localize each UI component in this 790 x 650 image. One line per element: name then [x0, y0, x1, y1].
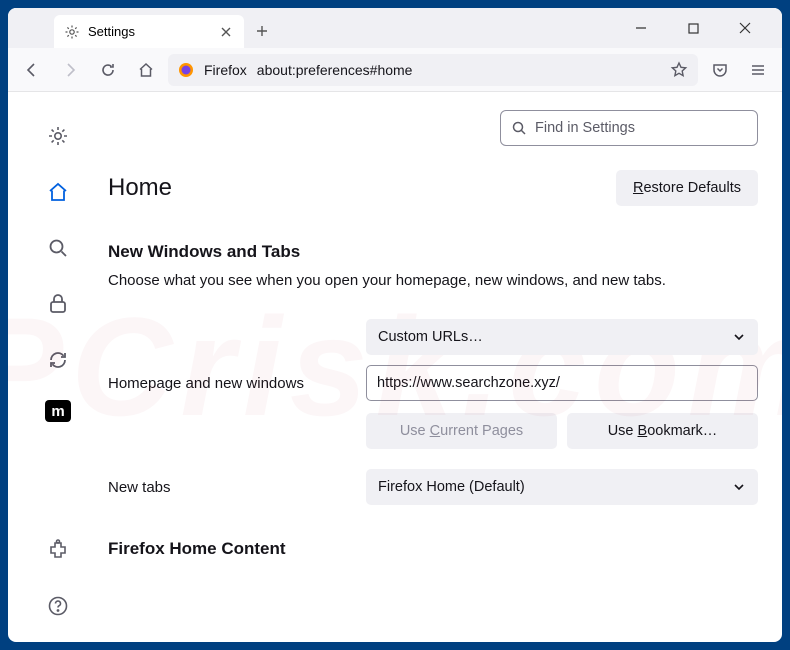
section-home-content-heading: Firefox Home Content	[108, 539, 758, 559]
sidebar-general[interactable]	[42, 120, 74, 152]
homepage-mode-value: Custom URLs…	[378, 329, 483, 345]
sidebar-privacy[interactable]	[42, 288, 74, 320]
settings-sidebar: m	[8, 92, 108, 642]
close-icon[interactable]	[218, 24, 234, 40]
app-menu-button[interactable]	[742, 54, 774, 86]
nav-home-button[interactable]	[130, 54, 162, 86]
nav-back-button[interactable]	[16, 54, 48, 86]
bookmark-star-icon[interactable]	[670, 61, 688, 79]
sidebar-sync[interactable]	[42, 344, 74, 376]
section-new-windows-desc: Choose what you see when you open your h…	[108, 272, 758, 289]
tab-title: Settings	[88, 24, 135, 39]
urlbar-address: about:preferences#home	[257, 62, 660, 78]
newtabs-value: Firefox Home (Default)	[378, 479, 525, 495]
pocket-button[interactable]	[704, 54, 736, 86]
window-maximize-button[interactable]	[676, 14, 710, 42]
restore-defaults-button[interactable]: Restore Defaults	[616, 170, 758, 206]
homepage-url-input[interactable]	[366, 365, 758, 401]
page-title: Home	[108, 174, 172, 202]
homepage-label: Homepage and new windows	[108, 375, 366, 392]
homepage-mode-select[interactable]: Custom URLs…	[366, 319, 758, 355]
urlbar-brand: Firefox	[204, 62, 247, 78]
sidebar-extension-m[interactable]: m	[45, 400, 71, 422]
newtabs-select[interactable]: Firefox Home (Default)	[366, 469, 758, 505]
nav-forward-button[interactable]	[54, 54, 86, 86]
chevron-down-icon	[732, 330, 746, 344]
nav-reload-button[interactable]	[92, 54, 124, 86]
new-tab-button[interactable]	[248, 17, 276, 45]
url-bar[interactable]: Firefox about:preferences#home	[168, 54, 698, 86]
use-bookmark-button[interactable]: Use Bookmark…	[567, 413, 758, 449]
sidebar-help[interactable]	[42, 590, 74, 622]
gear-icon	[64, 24, 80, 40]
chevron-down-icon	[732, 480, 746, 494]
sidebar-extensions[interactable]	[42, 534, 74, 566]
find-in-settings-placeholder: Find in Settings	[535, 120, 635, 136]
sidebar-home[interactable]	[42, 176, 74, 208]
firefox-logo-icon	[178, 62, 194, 78]
use-current-pages-button[interactable]: Use Current Pages	[366, 413, 557, 449]
newtabs-label: New tabs	[108, 479, 366, 496]
section-new-windows-heading: New Windows and Tabs	[108, 242, 758, 262]
settings-main: Find in Settings Home Restore Defaults N…	[108, 92, 782, 642]
window-minimize-button[interactable]	[624, 14, 658, 42]
browser-toolbar: Firefox about:preferences#home	[8, 48, 782, 92]
browser-tab-bar: Settings	[8, 8, 782, 48]
search-icon	[511, 120, 527, 136]
browser-tab-settings[interactable]: Settings	[54, 15, 244, 48]
find-in-settings-input[interactable]: Find in Settings	[500, 110, 758, 146]
sidebar-search[interactable]	[42, 232, 74, 264]
window-close-button[interactable]	[728, 14, 762, 42]
